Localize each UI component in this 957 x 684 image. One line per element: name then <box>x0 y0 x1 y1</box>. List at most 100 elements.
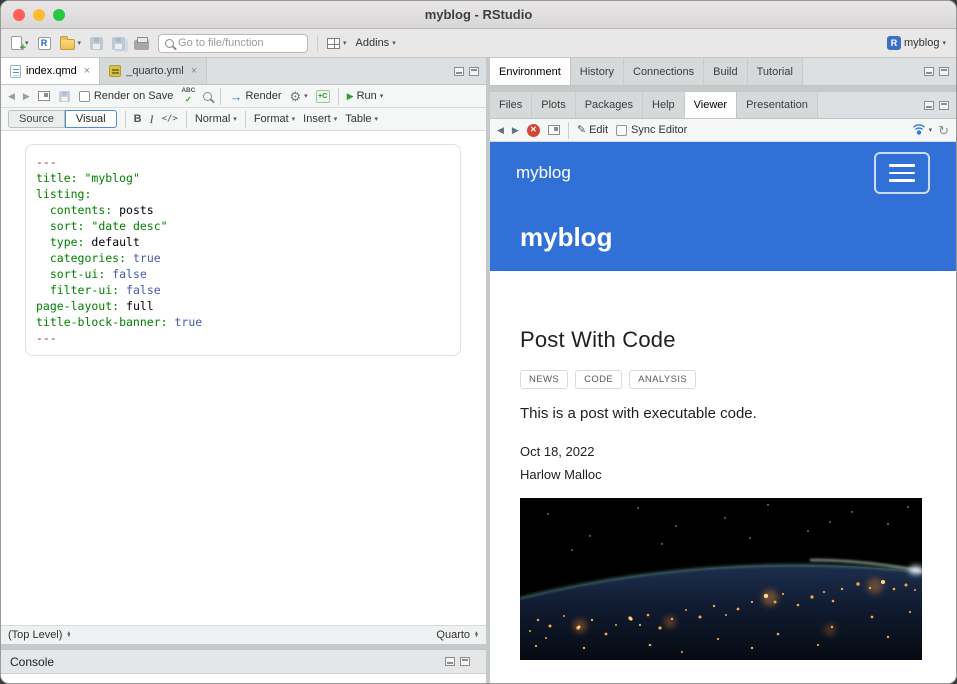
minimize-pane-icon[interactable] <box>924 101 934 110</box>
table-menu[interactable]: Table ▾ <box>345 113 378 125</box>
close-window-button[interactable] <box>13 9 25 21</box>
forward-icon[interactable]: ▶ <box>23 92 30 101</box>
visual-mode-button[interactable]: Visual <box>65 110 117 128</box>
save-all-icon <box>112 37 125 50</box>
maximize-pane-icon[interactable] <box>469 67 479 76</box>
format-menu[interactable]: Format ▾ <box>254 113 295 125</box>
spellcheck-icon[interactable]: ABC ✓ <box>181 88 195 104</box>
italic-button[interactable]: I <box>150 112 154 127</box>
paragraph-style-label: Normal <box>195 113 230 125</box>
minimize-window-button[interactable] <box>33 9 45 21</box>
edit-button[interactable]: ✎ Edit <box>577 124 608 136</box>
code-format-button[interactable]: </> <box>162 114 178 124</box>
publish-button[interactable]: ▾ <box>912 123 933 137</box>
new-file-button[interactable]: + ▾ <box>11 36 29 50</box>
back-icon[interactable]: ◀ <box>497 126 504 135</box>
new-project-button[interactable]: R <box>38 37 51 50</box>
minimize-pane-icon[interactable] <box>445 657 455 666</box>
blog-navbar-title[interactable]: myblog <box>516 163 571 183</box>
tab-history[interactable]: History <box>571 58 624 85</box>
updown-icon: ▲▼ <box>474 632 479 639</box>
insert-menu[interactable]: Insert ▾ <box>303 113 337 125</box>
forward-icon[interactable]: ▶ <box>512 126 519 135</box>
window-title: myblog - RStudio <box>425 7 533 22</box>
render-on-save-checkbox[interactable]: Render on Save <box>79 90 174 102</box>
find-icon[interactable] <box>203 92 212 101</box>
zoom-window-button[interactable] <box>53 9 65 21</box>
close-tab-icon[interactable]: × <box>191 65 197 77</box>
tab-plots[interactable]: Plots <box>532 92 575 118</box>
minimize-pane-icon[interactable] <box>454 67 464 76</box>
sync-editor-checkbox[interactable]: Sync Editor <box>616 124 687 136</box>
tab-label: Viewer <box>694 99 727 111</box>
source-tabstrip: index.qmd × _quarto.yml × <box>1 58 486 85</box>
tab-label: Presentation <box>746 99 808 111</box>
category-badge[interactable]: ANALYSIS <box>629 370 696 389</box>
category-badge[interactable]: CODE <box>575 370 622 389</box>
viewer-content[interactable]: myblog myblog Post With Code <box>490 142 956 683</box>
tab-presentation[interactable]: Presentation <box>737 92 818 118</box>
editor-toolbar: ◀ ▶ Render on Save ABC ✓ → Render <box>1 85 486 108</box>
print-button[interactable] <box>134 37 149 50</box>
open-in-new-window-icon[interactable] <box>548 125 560 135</box>
goto-file-input[interactable] <box>178 37 301 49</box>
goto-file-search[interactable] <box>158 34 308 53</box>
open-in-new-window-icon[interactable] <box>38 91 50 101</box>
tab-files[interactable]: Files <box>490 92 532 118</box>
save-all-button[interactable] <box>112 37 125 50</box>
tab-label: Environment <box>499 66 561 78</box>
addins-button[interactable]: Addins ▾ <box>356 37 396 49</box>
console-body[interactable] <box>1 674 486 683</box>
pane-layout-button[interactable]: ▾ <box>327 38 347 49</box>
pane-controls <box>454 58 486 84</box>
code-line: --- <box>36 154 450 170</box>
maximize-pane-icon[interactable] <box>939 101 949 110</box>
scope-selector[interactable]: (Top Level) ▲▼ <box>8 629 71 641</box>
yaml-metadata-block[interactable]: ---title: "myblog"listing: contents: pos… <box>25 144 461 356</box>
check-icon: ✓ <box>185 96 192 104</box>
tab-packages[interactable]: Packages <box>576 92 643 118</box>
tab-help[interactable]: Help <box>643 92 685 118</box>
open-file-button[interactable]: ▾ <box>60 37 82 50</box>
bold-button[interactable]: B <box>134 113 142 125</box>
tab-build[interactable]: Build <box>704 58 747 85</box>
tab-environment[interactable]: Environment <box>490 58 571 85</box>
navbar-toggler-button[interactable] <box>874 152 930 194</box>
workspace: index.qmd × _quarto.yml × ◀ ▶ <box>1 58 956 683</box>
search-icon <box>165 39 174 48</box>
filetype-selector[interactable]: Quarto ▲▼ <box>436 629 479 641</box>
pane-layout-icon <box>327 38 340 49</box>
category-badge[interactable]: NEWS <box>520 370 568 389</box>
project-menu-button[interactable]: R myblog ▾ <box>887 36 946 50</box>
paragraph-style-dropdown[interactable]: Normal ▾ <box>195 113 237 125</box>
tab-viewer[interactable]: Viewer <box>685 92 737 118</box>
insert-chunk-button[interactable]: +C <box>316 90 330 103</box>
source-mode-button[interactable]: Source <box>8 110 65 128</box>
tab-quarto-yml[interactable]: _quarto.yml × <box>100 58 207 84</box>
back-icon[interactable]: ◀ <box>8 92 15 101</box>
caret-down-icon: ▾ <box>292 116 296 123</box>
save-button[interactable] <box>90 37 103 50</box>
tab-index-qmd[interactable]: index.qmd × <box>1 58 100 84</box>
tab-tutorial[interactable]: Tutorial <box>748 58 803 85</box>
render-button[interactable]: → Render <box>229 90 281 103</box>
insert-label: Insert <box>303 113 331 125</box>
separator <box>245 111 246 128</box>
refresh-icon[interactable]: ↻ <box>938 124 949 137</box>
caret-down-icon: ▾ <box>233 116 237 123</box>
stop-icon[interactable]: ✕ <box>527 124 540 137</box>
run-button[interactable]: ▶ Run ▾ <box>347 90 384 102</box>
close-tab-icon[interactable]: × <box>84 65 90 77</box>
maximize-pane-icon[interactable] <box>460 657 470 666</box>
tab-label: Build <box>713 66 737 78</box>
maximize-pane-icon[interactable] <box>939 67 949 76</box>
tab-label: History <box>580 66 614 78</box>
render-settings-button[interactable]: ⚙ ▾ <box>290 90 308 103</box>
viewer-toolbar: ◀ ▶ ✕ ✎ Edit Sync Editor <box>490 119 956 142</box>
console-header[interactable]: Console <box>1 649 486 674</box>
tab-connections[interactable]: Connections <box>624 58 704 85</box>
visual-editor[interactable]: ---title: "myblog"listing: contents: pos… <box>1 131 486 625</box>
minimize-pane-icon[interactable] <box>924 67 934 76</box>
render-icon: → <box>229 90 242 103</box>
save-icon[interactable] <box>59 90 70 101</box>
